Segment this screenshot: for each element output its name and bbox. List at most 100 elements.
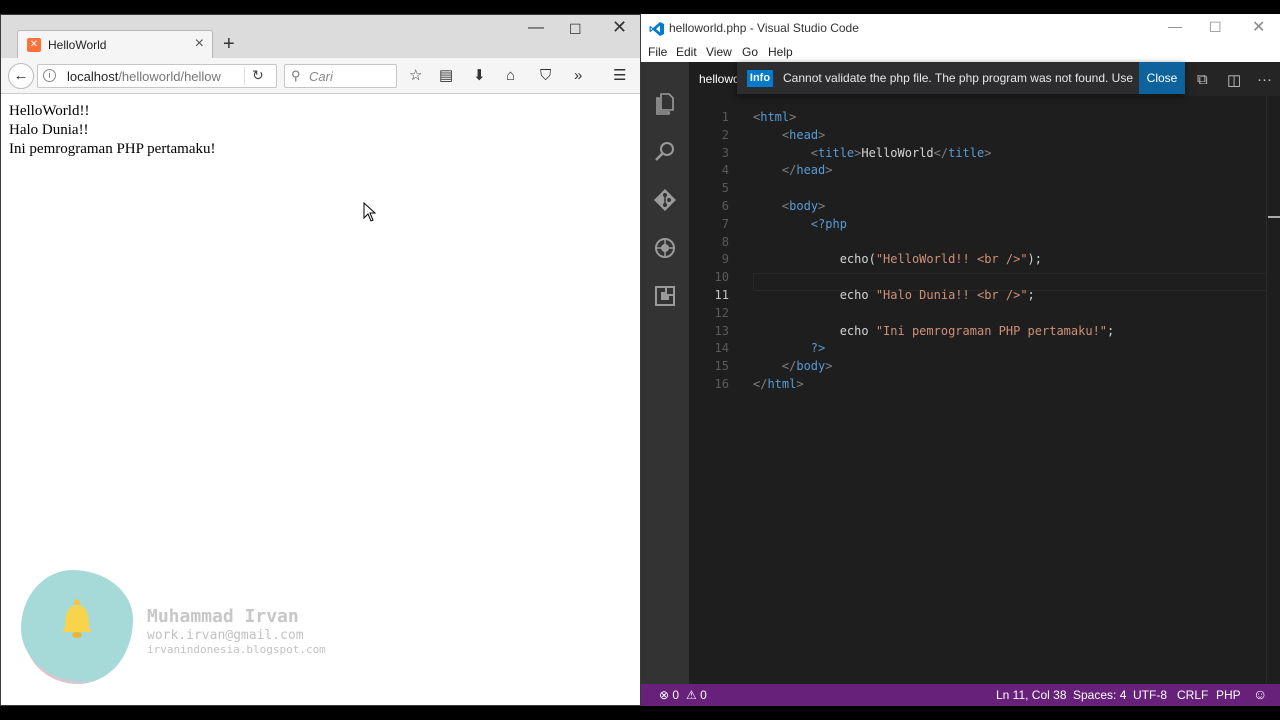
- code-line: echo "Halo Dunia!! <br />";: [753, 288, 1035, 302]
- code-token: </: [933, 145, 949, 160]
- info-icon[interactable]: i: [43, 69, 56, 82]
- code-token: >: [818, 199, 826, 213]
- code-token: ;: [1027, 288, 1035, 302]
- url-bar[interactable]: i localhost/helloworld/hellow ↻: [37, 64, 277, 88]
- code-token: title: [948, 145, 985, 160]
- language-mode[interactable]: PHP: [1216, 688, 1241, 702]
- firefox-window: ✕ HelloWorld × + — ☐ ✕ ← i localhost/hel…: [0, 14, 641, 706]
- code-line: </html>: [753, 377, 804, 391]
- code-token: >: [825, 359, 833, 374]
- notification-close-button[interactable]: Close: [1139, 62, 1185, 94]
- line-number: 10: [714, 270, 729, 285]
- search-placeholder: Cari: [309, 69, 333, 84]
- menu-edit[interactable]: Edit: [676, 45, 697, 59]
- hamburger-menu-icon[interactable]: ☰: [613, 66, 626, 86]
- vscode-logo-icon: [649, 22, 664, 36]
- reading-list-icon[interactable]: ▤: [439, 66, 453, 86]
- maximize-icon[interactable]: ☐: [569, 21, 582, 38]
- code-token: >: [789, 110, 797, 124]
- code-line: </head>: [753, 163, 833, 177]
- encoding-setting[interactable]: UTF-8: [1133, 688, 1167, 702]
- menu-help[interactable]: Help: [768, 45, 793, 59]
- code-editor[interactable]: 1 2 3 4 5 6 7 8 9 10 11 12 13 14 15 16 <html> <head> <t…: [689, 96, 1280, 684]
- open-changes-icon[interactable]: ⧉: [1197, 71, 1208, 88]
- code-line: <head>: [753, 128, 825, 142]
- download-icon[interactable]: ⬇: [473, 66, 486, 86]
- back-arrow-icon[interactable]: ←: [8, 63, 34, 89]
- vscode-title-bar: helloworld.php - Visual Studio Code — ☐ …: [641, 14, 1280, 42]
- code-token: head: [789, 127, 819, 142]
- mouse-cursor-icon: [363, 202, 377, 222]
- line-number: 4: [721, 163, 729, 178]
- code-line: <html>: [753, 110, 796, 124]
- minimize-icon[interactable]: —: [528, 19, 544, 37]
- error-count: 0: [672, 688, 680, 702]
- author-watermark: Muhammad Irvan work.irvan@gmail.com irva…: [21, 568, 341, 688]
- line-number: 8: [721, 234, 729, 249]
- code-token: </: [781, 163, 797, 178]
- pocket-icon[interactable]: ⛉: [540, 66, 551, 86]
- warnings-indicator[interactable]: ⚠ 0: [686, 688, 707, 702]
- line-number: 9: [721, 252, 729, 267]
- warning-count: 0: [700, 688, 707, 702]
- watermark-email: work.irvan@gmail.com: [147, 628, 304, 643]
- errors-indicator[interactable]: ⊗ 0: [659, 688, 679, 702]
- tab-close-icon[interactable]: ×: [195, 35, 204, 53]
- code-line: <body>: [753, 199, 825, 213]
- editor-scrollbar[interactable]: [1266, 96, 1280, 684]
- close-window-icon[interactable]: ✕: [612, 17, 627, 38]
- cursor-position[interactable]: Ln 11, Col 38: [996, 688, 1067, 702]
- code-token: </: [753, 377, 768, 391]
- new-tab-icon[interactable]: +: [223, 34, 235, 54]
- browser-tab[interactable]: ✕ HelloWorld ×: [17, 30, 213, 58]
- reload-icon[interactable]: ↻: [252, 67, 264, 84]
- notification-message: Cannot validate the php file. The php pr…: [783, 71, 1133, 85]
- vscode-maximize-icon[interactable]: ☐: [1209, 19, 1222, 36]
- code-line: echo "Ini pemrograman PHP pertamaku!";: [753, 323, 1115, 338]
- output-line: Ini pemrograman PHP pertamaku!: [9, 141, 216, 157]
- error-icon: ⊗: [659, 688, 670, 702]
- menu-view[interactable]: View: [706, 45, 732, 59]
- firefox-nav-bar: ← i localhost/helloworld/hellow ↻ ⚲ Cari…: [1, 58, 640, 94]
- split-editor-icon[interactable]: ◫: [1227, 71, 1241, 89]
- search-icon[interactable]: [653, 139, 677, 163]
- feedback-smiley-icon[interactable]: ☺: [1253, 686, 1267, 702]
- debug-icon[interactable]: [653, 236, 677, 260]
- line-ending-setting[interactable]: CRLF: [1177, 688, 1208, 702]
- line-number: 6: [721, 199, 729, 213]
- vscode-window: helloworld.php - Visual Studio Code — ☐ …: [641, 14, 1280, 706]
- line-number: 1: [721, 110, 729, 124]
- page-content: HelloWorld!! Halo Dunia!! Ini pemrograma…: [1, 95, 640, 705]
- code-line: </body>: [753, 359, 833, 373]
- line-number: 13: [714, 323, 729, 338]
- extensions-icon[interactable]: [653, 284, 677, 308]
- info-badge: Info: [747, 70, 773, 87]
- search-icon: ⚲: [291, 68, 301, 83]
- git-icon[interactable]: [653, 188, 677, 212]
- bookmark-star-icon[interactable]: ☆: [409, 66, 422, 86]
- menu-go[interactable]: Go: [742, 45, 758, 59]
- code-token: >: [818, 127, 826, 142]
- code-token: echo: [839, 323, 876, 338]
- url-text: localhost/helloworld/hellow: [67, 69, 221, 84]
- search-box[interactable]: ⚲ Cari: [284, 64, 397, 88]
- more-actions-icon[interactable]: ···: [1257, 71, 1272, 88]
- indentation-setting[interactable]: Spaces: 4: [1073, 688, 1126, 702]
- line-number: 12: [714, 305, 729, 320]
- overflow-chevron-icon[interactable]: »: [574, 66, 582, 86]
- line-number: 3: [721, 145, 729, 160]
- menu-file[interactable]: File: [648, 45, 667, 59]
- home-icon[interactable]: ⌂: [506, 66, 515, 86]
- code-line: <?php: [753, 217, 847, 231]
- browser-tab-title: HelloWorld: [48, 38, 107, 52]
- code-token: <: [810, 145, 819, 160]
- editor-tab-helloworld[interactable]: helloworld.php: [689, 62, 739, 96]
- explorer-files-icon[interactable]: [653, 92, 677, 116]
- vscode-minimize-icon[interactable]: —: [1168, 18, 1182, 34]
- vscode-close-icon[interactable]: ✕: [1252, 17, 1265, 37]
- code-token: >: [825, 163, 833, 178]
